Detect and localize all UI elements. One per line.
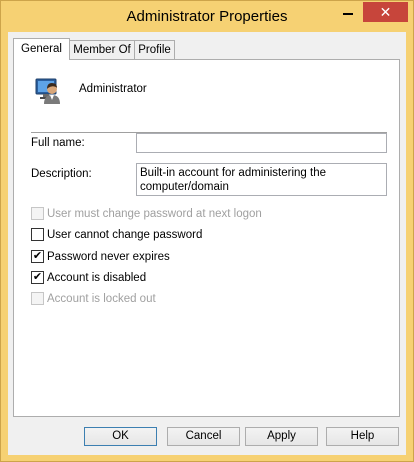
minimize-button[interactable] — [335, 3, 361, 23]
close-button[interactable]: ✕ — [363, 2, 408, 22]
checkbox-box[interactable] — [31, 228, 44, 241]
general-tab-panel: Administrator Full name: Description: Bu… — [13, 59, 400, 417]
checkmark-icon: ✔ — [32, 250, 43, 262]
minimize-icon — [343, 12, 353, 15]
checkbox-label: User must change password at next logon — [47, 208, 262, 220]
checkbox-label[interactable]: User cannot change password — [47, 228, 202, 242]
checkbox-label[interactable]: Password never expires — [47, 250, 170, 264]
checkbox-label: Account is locked out — [47, 293, 156, 305]
tab-profile[interactable]: Profile — [134, 40, 175, 59]
checkbox-box — [31, 207, 44, 220]
dialog-client-area: General Member Of Profile Administrator … — [8, 32, 406, 455]
checkbox-label[interactable]: Account is disabled — [47, 271, 146, 285]
checkbox-box[interactable]: ✔ — [31, 250, 44, 263]
properties-dialog: Administrator Properties ✕ General Membe… — [0, 0, 414, 462]
close-icon: ✕ — [379, 4, 392, 20]
description-field[interactable]: Built-in account for administering the c… — [136, 163, 387, 196]
title-bar[interactable]: Administrator Properties ✕ — [1, 1, 413, 32]
description-label: Description: — [31, 168, 92, 180]
checkmark-icon: ✔ — [32, 271, 43, 283]
tab-member-of[interactable]: Member Of — [69, 40, 135, 59]
checkbox-box[interactable]: ✔ — [31, 271, 44, 284]
apply-button[interactable]: Apply — [245, 427, 318, 446]
help-button[interactable]: Help — [326, 427, 399, 446]
full-name-field[interactable] — [136, 133, 387, 153]
ok-button[interactable]: OK — [84, 427, 157, 446]
user-name: Administrator — [79, 83, 147, 95]
tab-general[interactable]: General — [13, 38, 70, 60]
user-icon — [35, 78, 60, 104]
cancel-button[interactable]: Cancel — [167, 427, 240, 446]
full-name-label: Full name: — [31, 137, 85, 149]
checkbox-box — [31, 292, 44, 305]
